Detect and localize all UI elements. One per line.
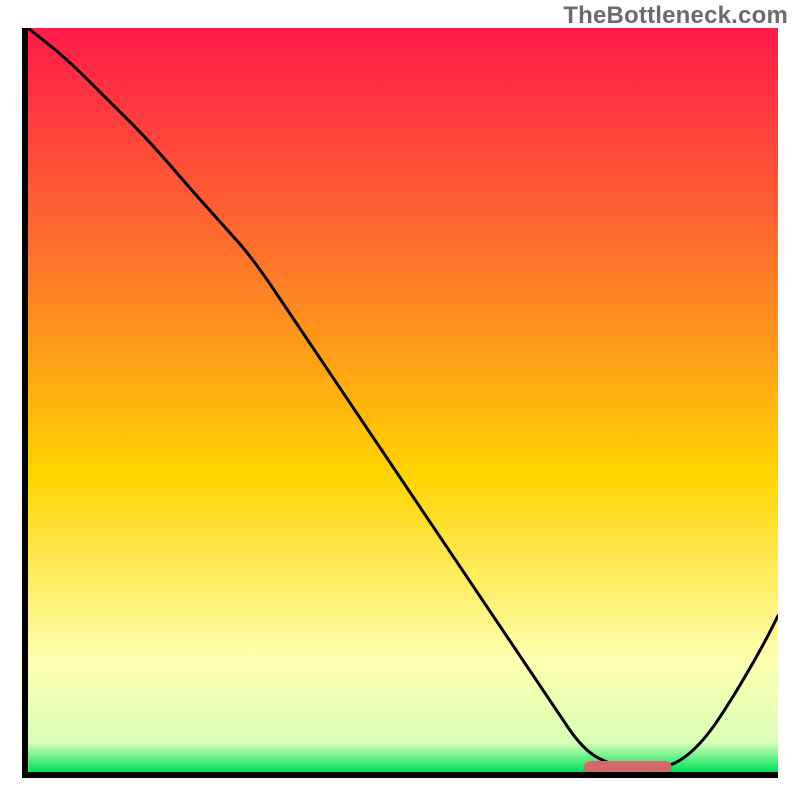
chart-frame: TheBottleneck.com <box>0 0 800 800</box>
chart-svg <box>28 28 778 772</box>
watermark-text: TheBottleneck.com <box>563 2 788 30</box>
gradient-fill <box>28 28 778 772</box>
plot-area <box>22 28 778 778</box>
